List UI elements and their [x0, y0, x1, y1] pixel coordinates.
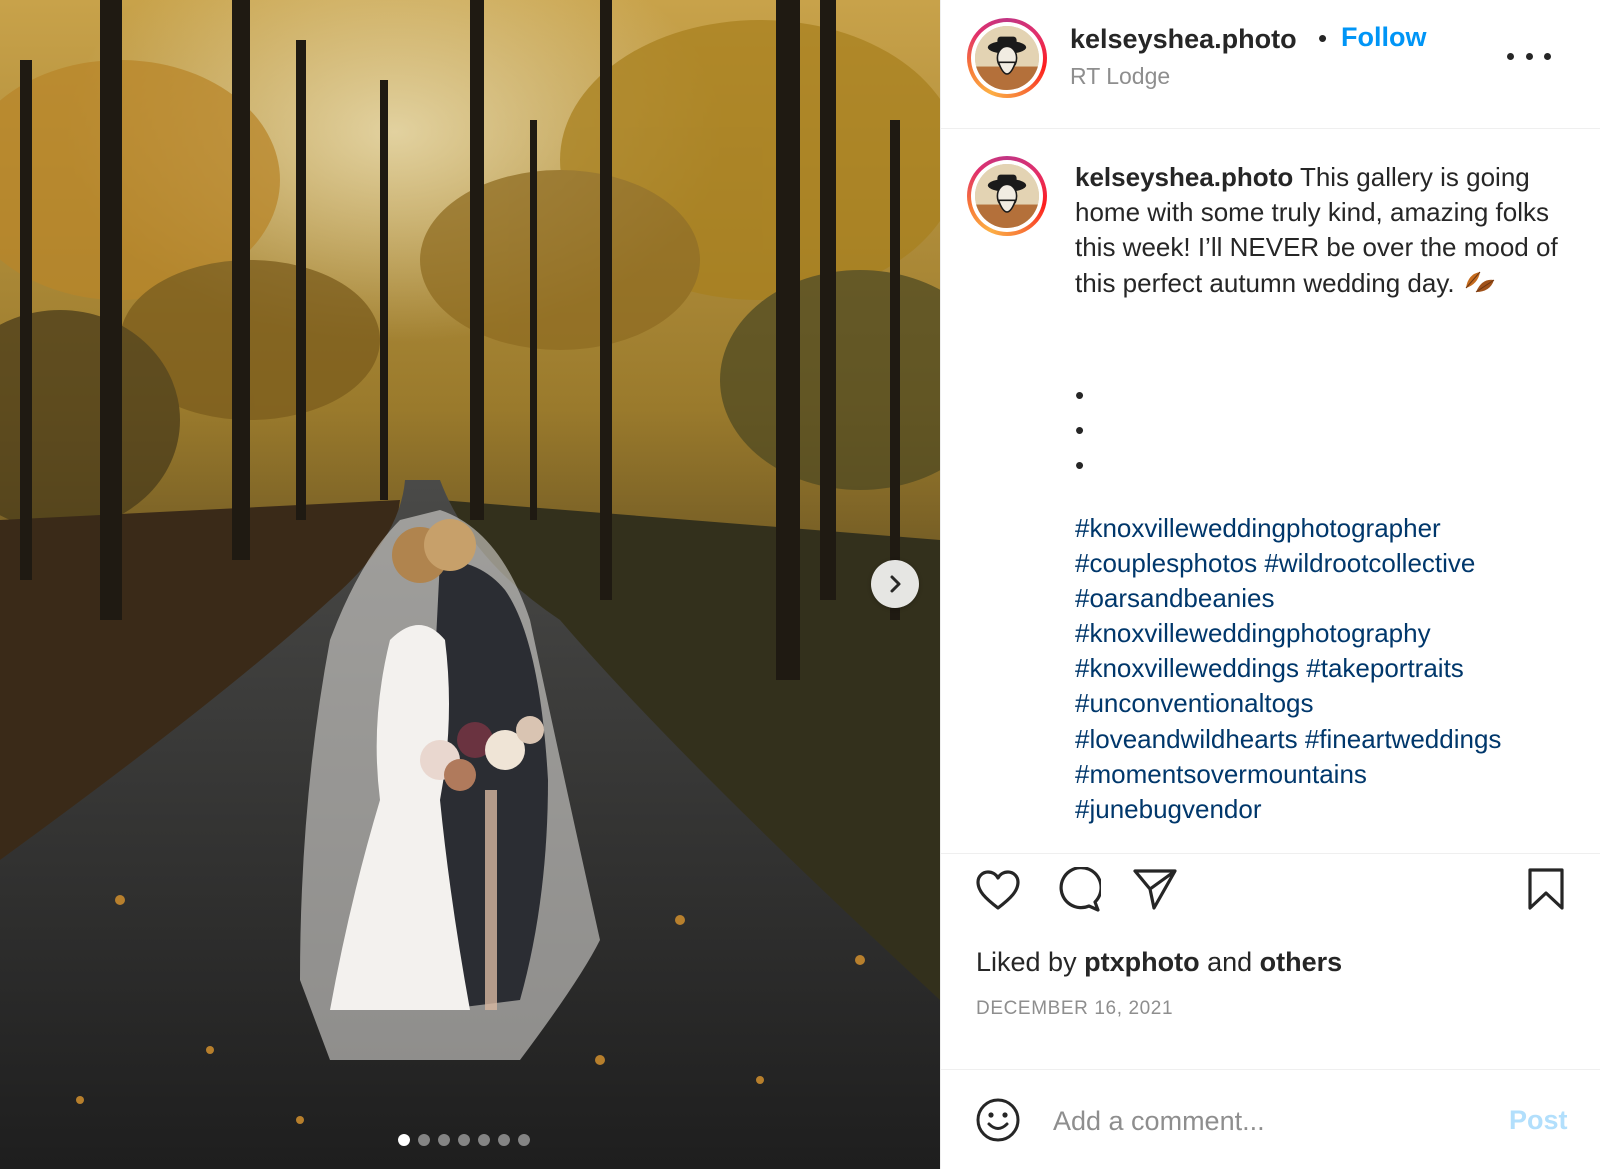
- location-link[interactable]: RT Lodge: [1070, 63, 1170, 90]
- carousel-dot: [458, 1134, 470, 1146]
- heart-icon[interactable]: [975, 869, 1021, 911]
- comment-bar: Post: [941, 1071, 1600, 1169]
- profile-avatar-icon: [975, 164, 1039, 228]
- caption-dots: • • •: [1075, 378, 1084, 484]
- caption-dot: •: [1075, 450, 1085, 481]
- carousel-dot: [498, 1134, 510, 1146]
- hashtag-link[interactable]: #wildrootcollective: [1264, 548, 1475, 578]
- caption-dot: •: [1075, 415, 1085, 446]
- hashtag-list: #knoxvilleweddingphotographer #couplesph…: [1075, 511, 1575, 827]
- post-actions: Liked by ptxphoto and others DECEMBER 16…: [941, 855, 1600, 1070]
- avatar[interactable]: [967, 156, 1047, 236]
- separator-dot: •: [1318, 23, 1328, 53]
- more-options-icon[interactable]: [1507, 42, 1551, 70]
- wedding-couple-forest-photo: [0, 0, 940, 1169]
- caption-section: kelseyshea.photo This gallery is going h…: [941, 130, 1600, 854]
- liked-by-prefix: Liked by: [976, 947, 1077, 977]
- fallen-leaf-icon: [1462, 266, 1496, 305]
- username-link[interactable]: kelseyshea.photo: [1070, 24, 1297, 55]
- caption-username-link[interactable]: kelseyshea.photo: [1075, 162, 1293, 192]
- profile-avatar-icon: [975, 26, 1039, 90]
- hashtag-link[interactable]: #knoxvilleweddingphotographer: [1075, 513, 1441, 543]
- hashtag-link[interactable]: #momentsovermountains: [1075, 759, 1367, 789]
- comment-input[interactable]: [1053, 1099, 1483, 1143]
- liked-by-conjunction: and: [1207, 947, 1253, 977]
- hashtag-link[interactable]: #junebugvendor: [1075, 794, 1262, 824]
- hashtag-link[interactable]: #loveandwildhearts: [1075, 724, 1298, 754]
- caption-text: kelseyshea.photo This gallery is going h…: [1075, 160, 1587, 305]
- liked-by-others-link[interactable]: others: [1260, 947, 1343, 977]
- avatar[interactable]: [967, 18, 1047, 98]
- liked-by-text: Liked by ptxphoto and others: [976, 947, 1342, 978]
- smiley-icon[interactable]: [975, 1097, 1021, 1143]
- carousel-dot: [418, 1134, 430, 1146]
- carousel-indicator: [398, 1134, 530, 1146]
- hashtag-link[interactable]: #fineartweddings: [1305, 724, 1502, 754]
- chevron-right-icon: [890, 575, 901, 593]
- follow-button[interactable]: Follow: [1341, 22, 1426, 53]
- post-photo[interactable]: [0, 0, 940, 1169]
- post-details-panel: kelseyshea.photo • Follow RT Lodge kelse…: [940, 0, 1600, 1169]
- post-header: kelseyshea.photo • Follow RT Lodge: [941, 0, 1600, 129]
- hashtag-link[interactable]: #unconventionaltogs: [1075, 688, 1314, 718]
- hashtag-link[interactable]: #takeportraits: [1306, 653, 1464, 683]
- carousel-dot: [398, 1134, 410, 1146]
- comment-icon[interactable]: [1055, 867, 1101, 913]
- carousel-next-button[interactable]: [871, 560, 919, 608]
- hashtag-link[interactable]: #oarsandbeanies: [1075, 583, 1275, 613]
- carousel-dot: [518, 1134, 530, 1146]
- share-icon[interactable]: [1132, 867, 1178, 911]
- carousel-dot: [478, 1134, 490, 1146]
- carousel-dot: [438, 1134, 450, 1146]
- hashtag-link[interactable]: #couplesphotos: [1075, 548, 1257, 578]
- liked-by-user-link[interactable]: ptxphoto: [1084, 947, 1199, 977]
- post-comment-button[interactable]: Post: [1509, 1105, 1568, 1136]
- bookmark-icon[interactable]: [1527, 867, 1565, 911]
- post-date[interactable]: DECEMBER 16, 2021: [976, 998, 1173, 1020]
- caption-dot: •: [1075, 380, 1085, 410]
- hashtag-link[interactable]: #knoxvilleweddings: [1075, 653, 1299, 683]
- hashtag-link[interactable]: #knoxvilleweddingphotography: [1075, 618, 1431, 648]
